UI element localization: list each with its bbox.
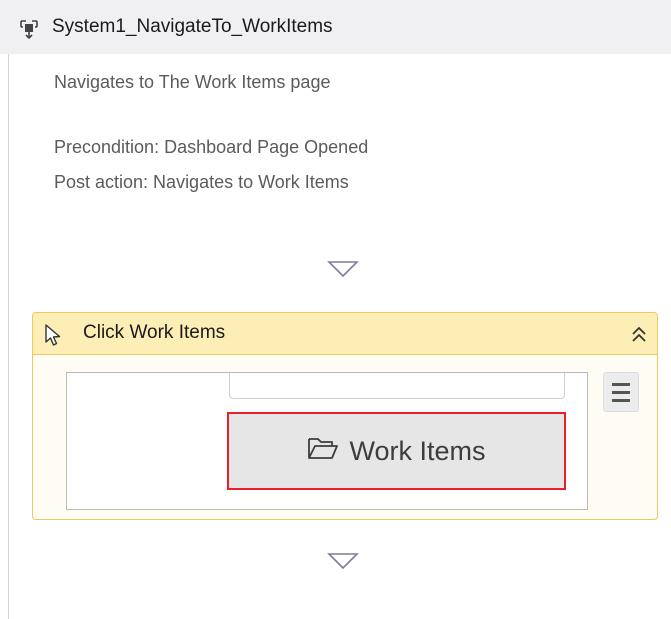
folder-open-icon — [307, 435, 339, 468]
work-items-target-button[interactable]: Work Items — [227, 412, 566, 490]
work-items-button-label: Work Items — [349, 435, 486, 466]
target-screenshot-preview[interactable]: Work Items — [66, 372, 588, 510]
double-chevron-up-icon[interactable] — [629, 323, 649, 345]
sequence-title: System1_NavigateTo_WorkItems — [52, 16, 333, 37]
sequence-header[interactable]: System1_NavigateTo_WorkItems — [0, 0, 671, 54]
menu-line — [612, 391, 630, 394]
pointer-icon — [43, 323, 63, 347]
flow-arrow-down-icon — [326, 550, 360, 572]
preview-input-field — [229, 373, 565, 399]
menu-line — [612, 383, 630, 386]
click-activity[interactable]: Click Work Items Work Items — [32, 312, 658, 520]
activity-header[interactable]: Click Work Items — [33, 313, 657, 355]
sequence-icon — [18, 17, 40, 40]
sequence-post-action: Post action: Navigates to Work Items — [54, 172, 349, 192]
sequence-precondition: Precondition: Dashboard Page Opened — [54, 137, 369, 157]
menu-line — [612, 399, 630, 402]
activity-title: Click Work Items — [83, 322, 226, 343]
flow-arrow-down-icon — [326, 258, 360, 280]
sequence-description: Navigates to The Work Items page — [54, 72, 331, 92]
hamburger-menu-icon[interactable] — [603, 372, 639, 412]
sequence-left-border — [8, 54, 9, 619]
